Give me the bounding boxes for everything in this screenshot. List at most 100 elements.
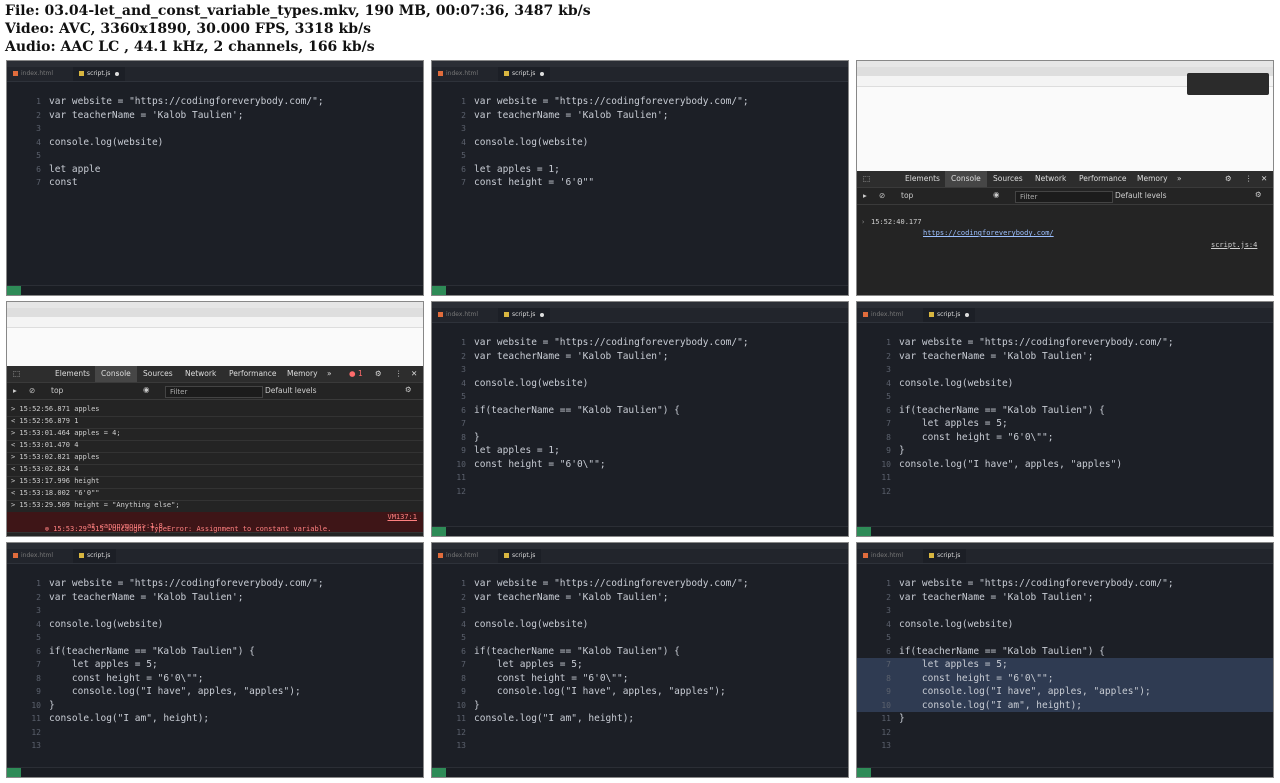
tab-index-html[interactable]: index.html [857,308,909,322]
tab-script-js[interactable]: script.js [73,549,117,563]
tab-sources[interactable]: Sources [143,366,173,382]
tab-performance[interactable]: Performance [1079,171,1127,187]
error-count-badge[interactable]: ● 1 [349,366,363,382]
code-line: 13 [881,741,891,750]
code-line: 7 let apples = 5; [886,418,1008,429]
log-entry: > 15:53:17.996 height [7,476,423,489]
code-line: 4 console.log(website) [461,136,589,148]
levels-select[interactable]: Default levels [265,386,317,395]
gear-icon[interactable]: ⚙ [1225,171,1232,187]
context-select[interactable]: top [901,191,913,200]
html-file-icon [13,71,18,76]
code-line: 6 let apples = 1; [461,163,560,175]
tab-elements[interactable]: Elements [55,366,90,382]
more-tabs-icon[interactable]: » [327,366,332,382]
tab-memory[interactable]: Memory [1137,171,1168,187]
status-bar [7,767,423,777]
close-icon[interactable]: ✕ [411,366,417,382]
tab-index-html[interactable]: index.html [7,67,59,81]
tab-index-html[interactable]: index.html [432,549,484,563]
more-icon[interactable]: ⋮ [395,366,403,382]
tab-script-js[interactable]: script.js [498,67,551,81]
tab-index-html[interactable]: index.html [432,67,484,81]
tab-performance[interactable]: Performance [229,366,277,382]
remote-button[interactable] [432,527,446,536]
breadcrumb [13,564,15,574]
html-file-icon [863,553,868,558]
code-area[interactable]: 1 var website = "https://codingforeverybo… [7,577,423,753]
browser-thumbnail-3: ⬚ Elements Console Sources Network Perfo… [856,60,1274,296]
code-area[interactable]: 1 var website = "https://codingforeverybo… [7,95,423,190]
close-icon[interactable]: ✕ [1261,171,1267,187]
gear-icon[interactable]: ⚙ [375,366,382,382]
status-bar [857,526,1273,536]
console-prompt[interactable]: › [857,217,1273,229]
remote-button[interactable] [857,768,871,777]
code-line: 10} [31,699,55,711]
code-line: 11 console.log("I am", height); [456,713,635,724]
editor-thumbnail-2: index.html script.js 1 var website = "htt… [431,60,849,296]
tab-script-js[interactable]: script.js [498,308,551,322]
code-line: 5 [886,633,891,642]
sidebar-icon[interactable]: ▸ [13,386,17,395]
remote-button[interactable] [857,527,871,536]
more-tabs-icon[interactable]: » [1177,171,1182,187]
code-line: 4 console.log(website) [886,377,1014,389]
tab-sources[interactable]: Sources [993,171,1023,187]
tab-console[interactable]: Console [95,366,137,382]
tab-script-js[interactable]: script.js [923,308,976,322]
remote-button[interactable] [7,286,21,295]
code-line: 5 [36,151,41,160]
code-line: 4 console.log(website) [886,618,1014,630]
code-area[interactable]: 1 var website = "https://codingforeverybo… [432,577,848,753]
editor-tab-bar: index.html script.js [432,308,848,323]
sidebar-icon[interactable]: ▸ [863,191,867,200]
code-line: 2 var teacherName = 'Kalob Taulien'; [886,591,1094,603]
tab-script-js[interactable]: script.js [498,549,542,563]
tab-network[interactable]: Network [185,366,216,382]
remote-button[interactable] [432,768,446,777]
eye-icon[interactable]: ◉ [143,385,150,394]
tab-index-html[interactable]: index.html [7,549,59,563]
code-line: 1 var website = "https://codingforeverybo… [886,337,1174,348]
code-line: 4 console.log(website) [36,618,164,630]
tab-memory[interactable]: Memory [287,366,318,382]
code-line: 7 [461,419,466,428]
inspect-icon[interactable]: ⬚ [863,171,870,187]
address-bar[interactable] [7,317,423,328]
code-area[interactable]: 1 var website = "https://codingforeverybo… [432,95,848,190]
filter-input[interactable]: Filter [165,386,263,398]
filter-input[interactable]: Filter [1015,191,1113,203]
context-select[interactable]: top [51,386,63,395]
error-source-link[interactable]: VM137:1 [387,512,417,524]
gear-icon[interactable]: ⚙ [1255,190,1262,199]
code-line: 12 [456,727,466,737]
unsaved-dot-icon [540,312,545,317]
code-line: 3 [461,606,466,615]
tab-index-html[interactable]: index.html [857,549,909,563]
tab-script-js[interactable]: script.js [923,549,967,563]
code-line: 9 console.log("I have", apples, "apples"… [857,685,1273,699]
code-area[interactable]: 1 var website = "https://codingforeverybo… [432,336,848,498]
eye-icon[interactable]: ◉ [993,190,1000,199]
code-area[interactable]: 1 var website = "https://codingforeverybo… [857,336,1273,498]
tab-elements[interactable]: Elements [905,171,940,187]
editor-tab-bar: index.html script.js [857,549,1273,564]
js-file-icon [79,71,84,76]
gear-icon[interactable]: ⚙ [405,385,412,394]
remote-button[interactable] [7,768,21,777]
code-line: 1 var website = "https://codingforeverybo… [461,96,749,107]
code-line: 1 var website = "https://codingforeverybo… [886,578,1174,589]
code-area[interactable]: 1 var website = "https://codingforeverybo… [857,577,1273,753]
tab-console[interactable]: Console [945,171,987,187]
error-icon: ⊗ [44,524,49,533]
tab-script-js[interactable]: script.js [73,67,126,81]
more-icon[interactable]: ⋮ [1245,171,1253,187]
clear-icon[interactable]: ⊘ [29,386,35,395]
inspect-icon[interactable]: ⬚ [13,366,20,382]
tab-index-html[interactable]: index.html [432,308,484,322]
clear-icon[interactable]: ⊘ [879,191,885,200]
tab-network[interactable]: Network [1035,171,1066,187]
remote-button[interactable] [432,286,446,295]
levels-select[interactable]: Default levels [1115,191,1167,200]
